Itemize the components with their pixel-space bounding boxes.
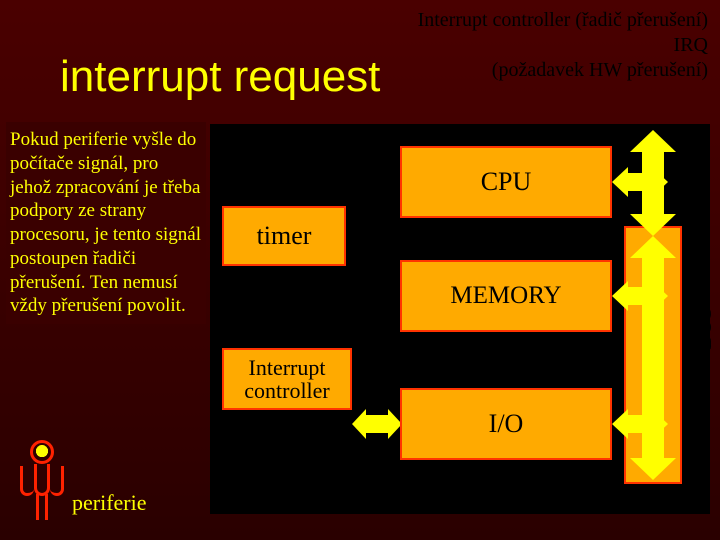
- header-line3: (požadavek HW přerušení): [418, 58, 708, 83]
- architecture-diagram: timer Interrupt controller CPU MEMORY I/…: [210, 124, 710, 514]
- bus-label: BUS: [691, 307, 717, 350]
- block-cpu: CPU: [400, 146, 612, 218]
- arrow-memory-bus: [612, 281, 668, 311]
- block-timer: timer: [222, 206, 346, 266]
- arrow-cpu-bus: [612, 167, 668, 197]
- arrow-intc-io: [352, 409, 402, 439]
- arrow-io-bus: [612, 409, 668, 439]
- header-line1: Interrupt controller (řadič přerušení): [418, 8, 708, 33]
- header-annotations: Interrupt controller (řadič přerušení) I…: [418, 8, 708, 83]
- block-intc-label: Interrupt controller: [224, 356, 350, 402]
- block-memory: MEMORY: [400, 260, 612, 332]
- periferie-label: periferie: [72, 490, 147, 516]
- block-interrupt-controller: Interrupt controller: [222, 348, 352, 410]
- description-text: Pokud periferie vyšle do počítače signál…: [6, 122, 206, 324]
- person-icon: [20, 440, 64, 522]
- header-line2: IRQ: [418, 33, 708, 58]
- bus-arrow-lower: [632, 236, 674, 480]
- block-io: I/O: [400, 388, 612, 460]
- page-title: interrupt request: [60, 52, 380, 102]
